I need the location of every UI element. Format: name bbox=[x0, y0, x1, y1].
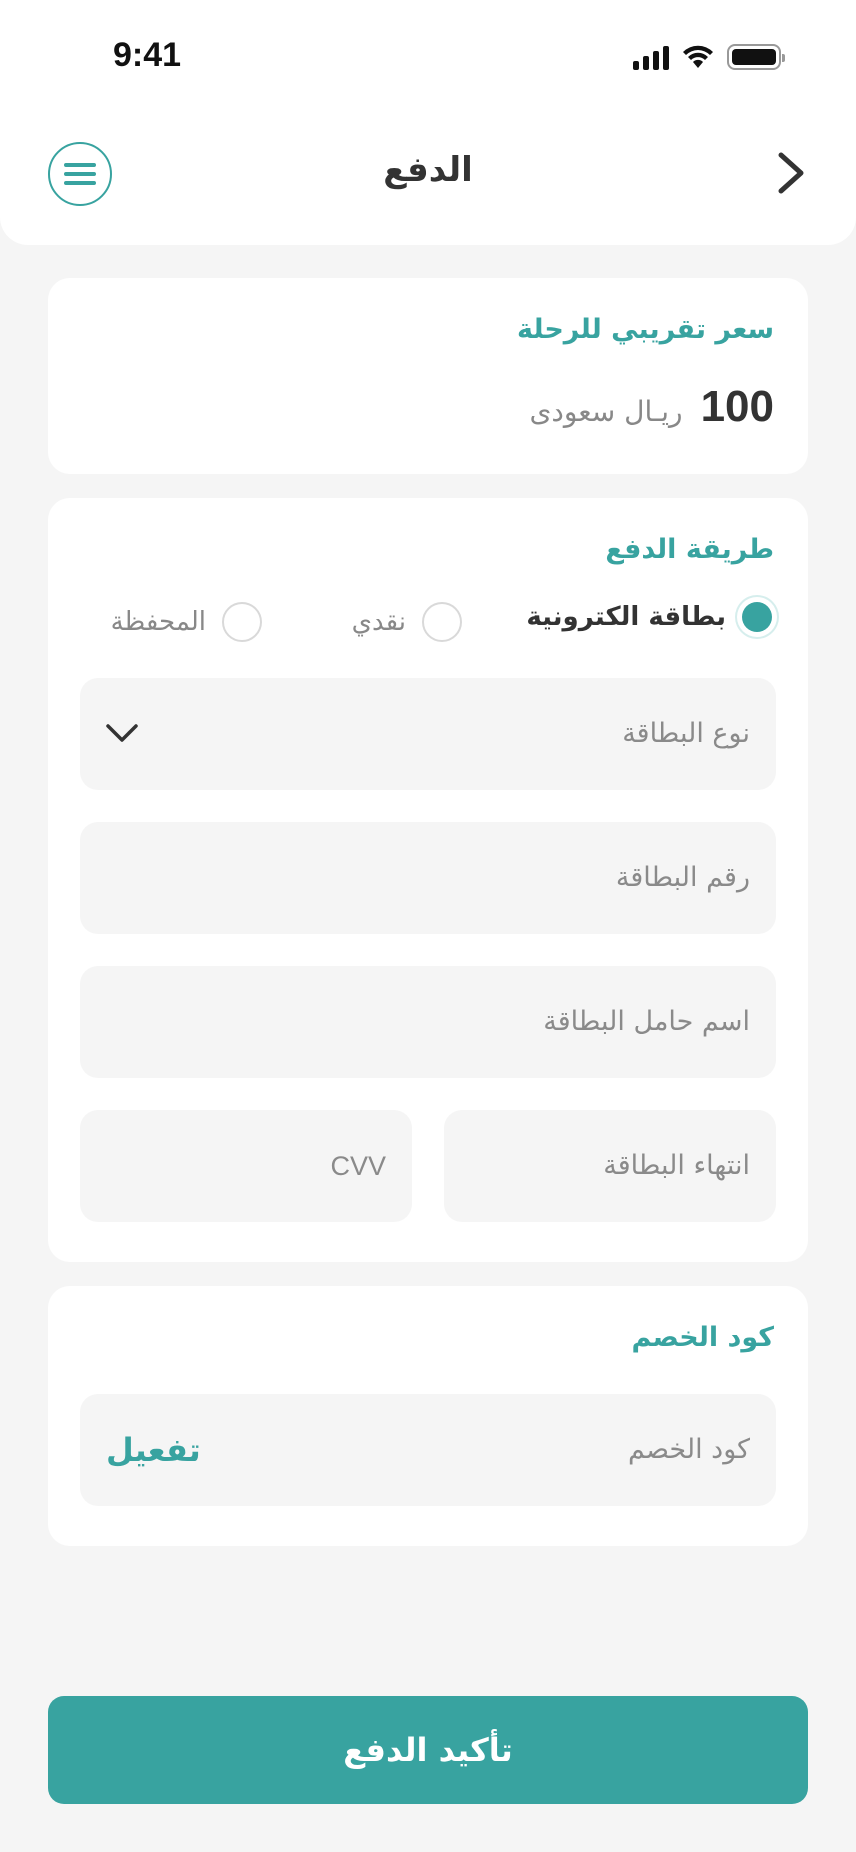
cvv-field[interactable]: CVV bbox=[80, 1110, 412, 1222]
card-type-select[interactable]: نوع البطاقة bbox=[80, 678, 776, 790]
radio-option-wallet[interactable]: المحفظة bbox=[111, 602, 262, 642]
confirm-payment-button[interactable]: تأكيد الدفع bbox=[48, 1696, 808, 1804]
price-row: 100 ريـال سعودى bbox=[529, 382, 774, 432]
price-card: سعر تقريبي للرحلة 100 ريـال سعودى bbox=[48, 278, 808, 474]
signal-icon bbox=[633, 44, 669, 70]
payment-method-title: طريقة الدفع bbox=[605, 534, 774, 565]
activate-button[interactable]: تفعيل bbox=[106, 1394, 201, 1506]
discount-title: كود الخصم bbox=[631, 1322, 774, 1353]
radio-label: نقدي bbox=[351, 607, 406, 637]
radio-button[interactable] bbox=[742, 602, 772, 632]
card-number-field[interactable]: رقم البطاقة bbox=[80, 822, 776, 934]
price-currency: ريـال سعودى bbox=[529, 395, 683, 428]
card-expiry-placeholder: انتهاء البطاقة bbox=[603, 1150, 750, 1181]
price-value: 100 bbox=[700, 382, 774, 431]
radio-option-card[interactable]: بطاقة الكترونية bbox=[526, 602, 772, 632]
radio-option-cash[interactable]: نقدي bbox=[352, 602, 462, 642]
chevron-right-icon bbox=[778, 152, 804, 194]
radio-label: بطاقة الكترونية bbox=[526, 602, 726, 632]
card-expiry-field[interactable]: انتهاء البطاقة bbox=[444, 1110, 776, 1222]
status-icons bbox=[633, 44, 785, 70]
battery-icon bbox=[727, 44, 785, 70]
price-card-title: سعر تقريبي للرحلة bbox=[516, 314, 774, 345]
page-title: الدفع bbox=[383, 150, 473, 190]
radio-button[interactable] bbox=[422, 602, 462, 642]
card-type-placeholder: نوع البطاقة bbox=[622, 718, 750, 749]
card-holder-placeholder: اسم حامل البطاقة bbox=[543, 1006, 750, 1037]
back-button[interactable] bbox=[766, 148, 816, 198]
discount-code-placeholder: كود الخصم bbox=[628, 1434, 750, 1465]
payment-method-card: طريقة الدفع بطاقة الكترونية نقدي المحفظة… bbox=[48, 498, 808, 1262]
card-number-placeholder: رقم البطاقة bbox=[615, 862, 750, 893]
cvv-placeholder: CVV bbox=[330, 1151, 386, 1181]
radio-button[interactable] bbox=[222, 602, 262, 642]
discount-card: كود الخصم كود الخصم تفعيل bbox=[48, 1286, 808, 1546]
header-bar: 9:41 الدفع bbox=[0, 0, 856, 245]
wifi-icon bbox=[683, 45, 713, 68]
card-holder-field[interactable]: اسم حامل البطاقة bbox=[80, 966, 776, 1078]
discount-code-field[interactable]: كود الخصم تفعيل bbox=[80, 1394, 776, 1506]
chevron-down-icon bbox=[106, 724, 138, 742]
status-time: 9:41 bbox=[113, 36, 182, 74]
radio-label: المحفظة bbox=[110, 607, 206, 637]
